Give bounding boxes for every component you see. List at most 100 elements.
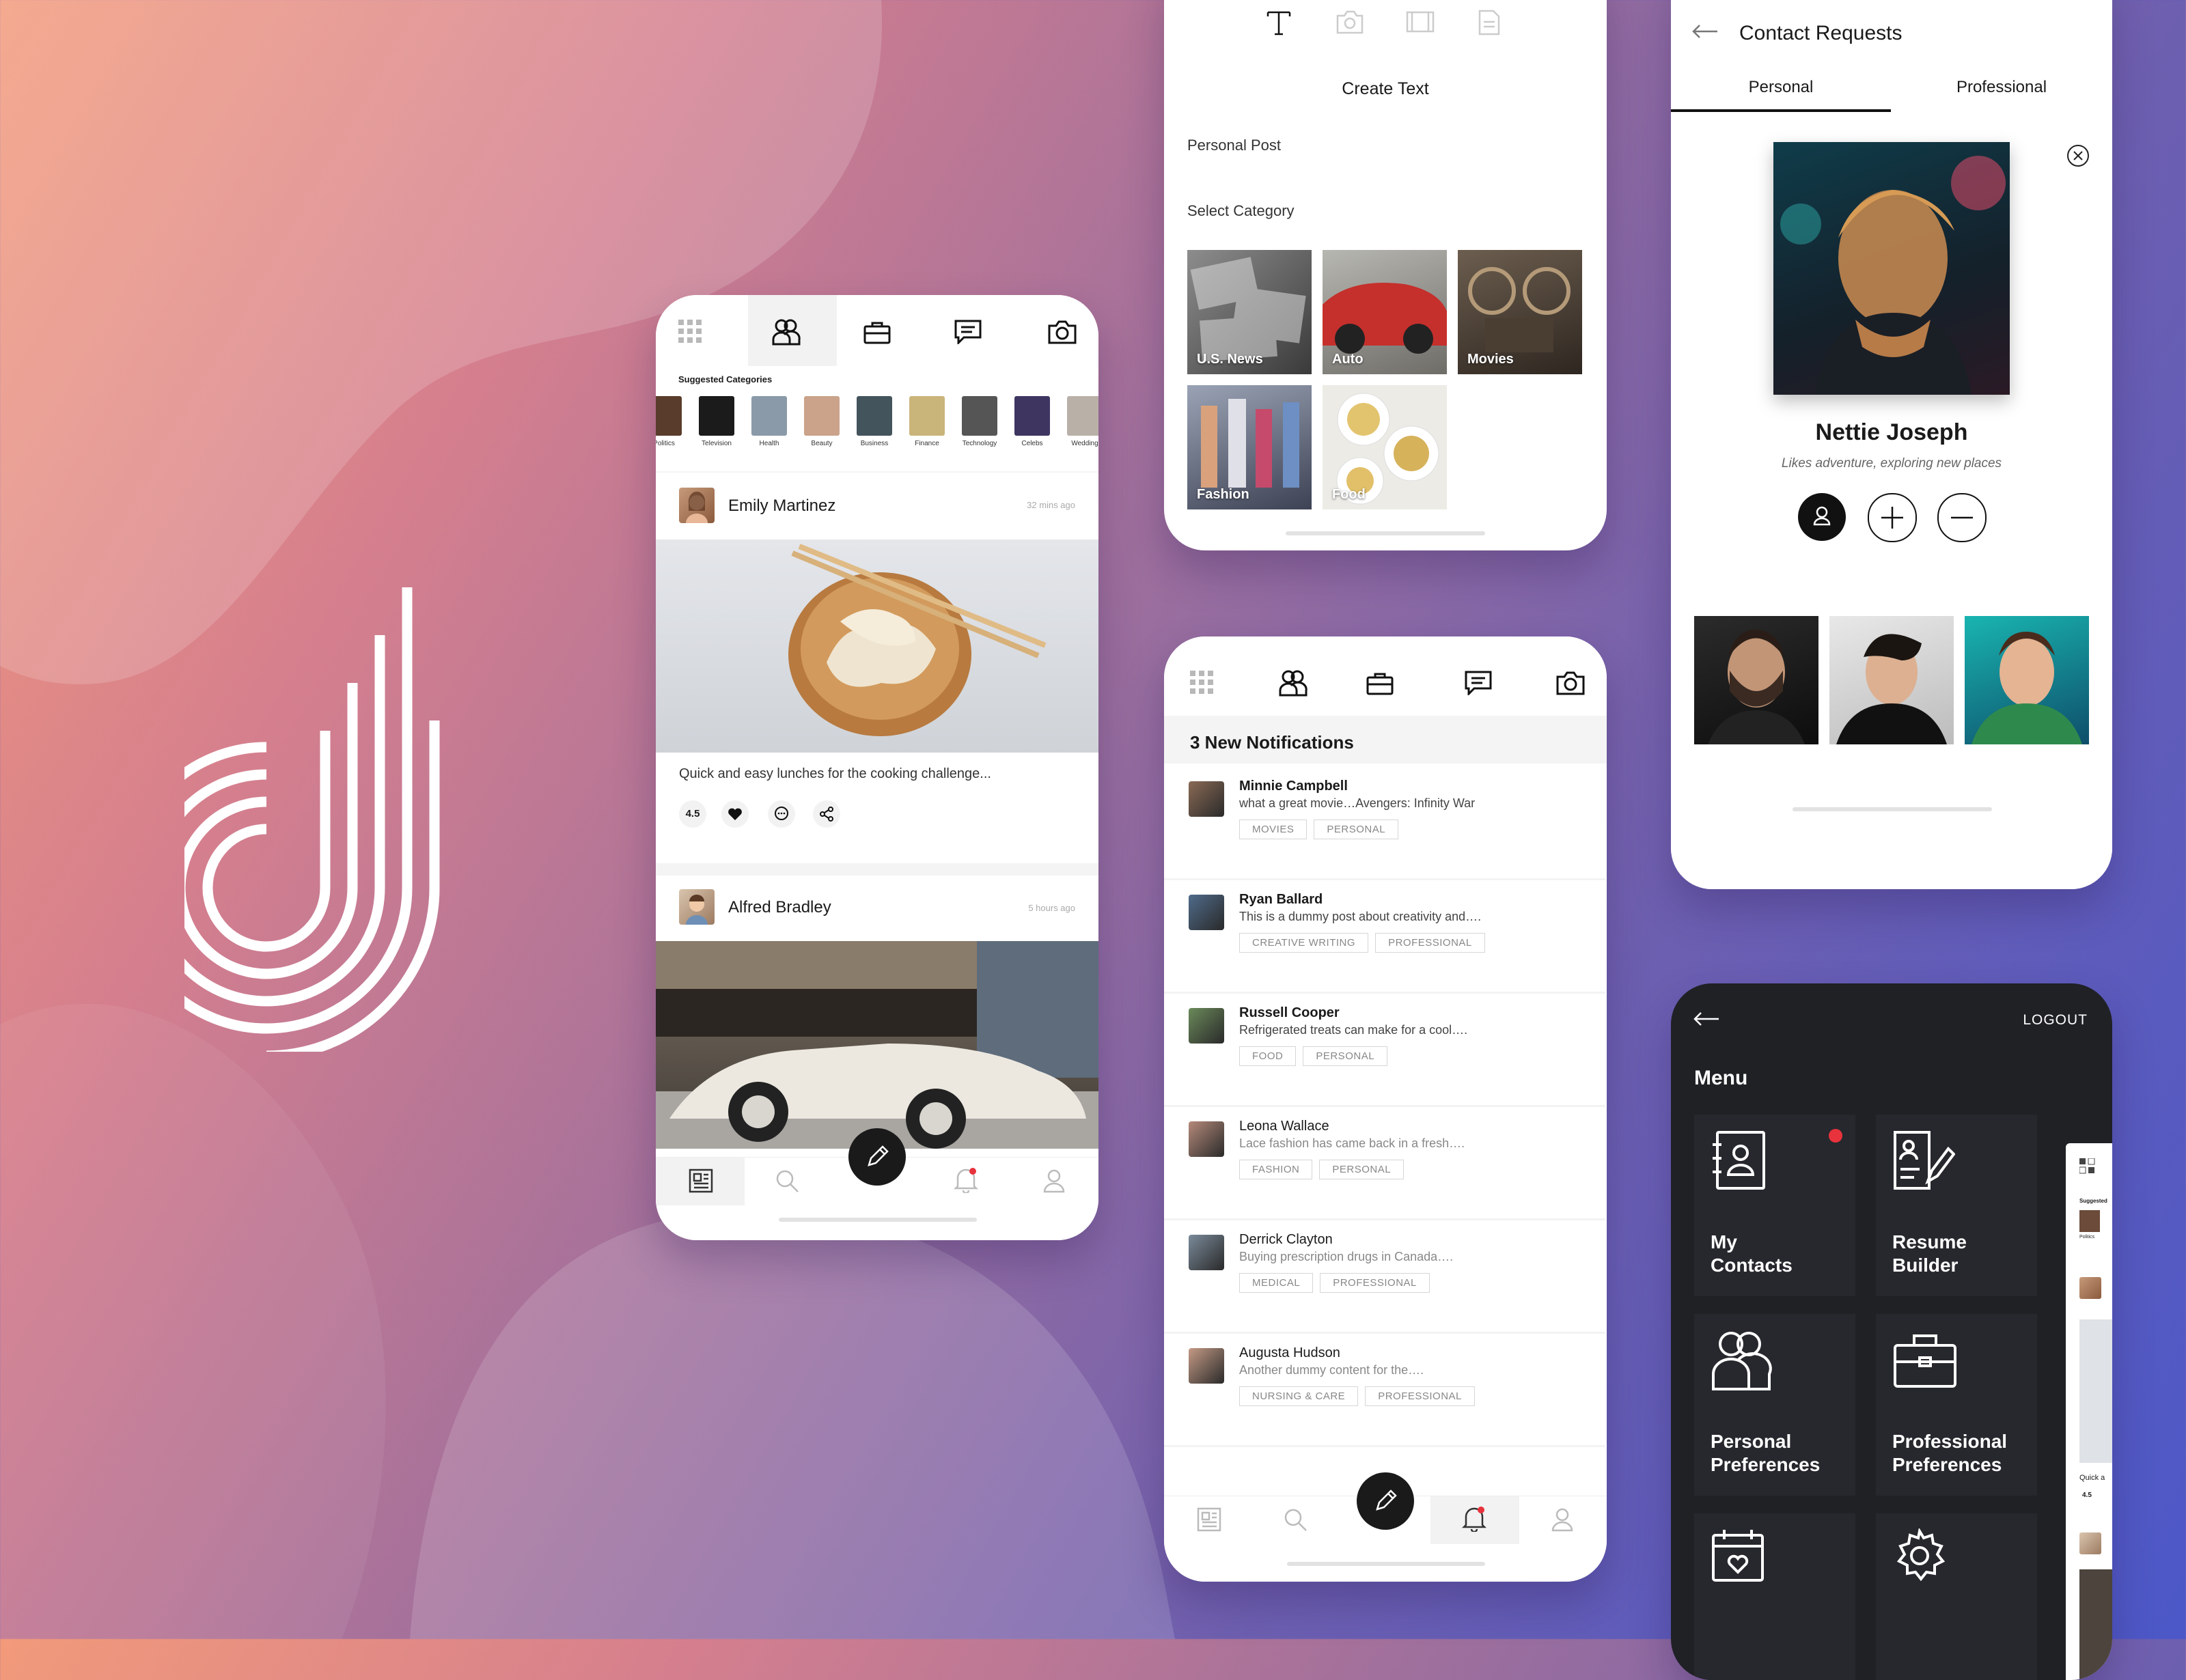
category-chip[interactable]: Beauty	[801, 396, 842, 447]
users-icon[interactable]	[772, 318, 801, 346]
avatar[interactable]	[679, 889, 715, 925]
feed-preview-peek[interactable]: Suggested Politics Quick a 4.5	[2066, 1143, 2112, 1680]
menu-tile-calendar[interactable]	[1694, 1513, 1855, 1680]
post-image[interactable]	[656, 941, 1098, 1149]
chat-icon[interactable]	[1465, 671, 1492, 695]
grid-icon[interactable]	[1190, 671, 1215, 695]
menu-tile-my-contacts[interactable]: My Contacts	[1694, 1115, 1855, 1296]
avatar[interactable]	[1189, 1121, 1224, 1157]
category-chip[interactable]: Technology	[959, 396, 1000, 447]
avatar[interactable]	[1189, 895, 1224, 930]
notification-tag[interactable]: PROFESSIONAL	[1375, 933, 1485, 953]
post-image[interactable]	[656, 540, 1098, 753]
avatar[interactable]	[1189, 781, 1224, 817]
notification-tag[interactable]: MOVIES	[1239, 820, 1308, 839]
category-chip[interactable]: Wedding	[1064, 396, 1098, 447]
category-movies[interactable]: Movies	[1458, 250, 1582, 374]
category-chip[interactable]: Finance	[907, 396, 947, 447]
briefcase-icon[interactable]	[863, 321, 891, 344]
view-profile-button[interactable]	[1798, 493, 1846, 541]
notification-name: Leona Wallace	[1239, 1119, 1329, 1134]
post-author[interactable]: Alfred Bradley	[728, 898, 831, 917]
avatar[interactable]	[679, 488, 715, 523]
compose-button[interactable]	[1357, 1472, 1414, 1530]
notification-tag[interactable]: CREATIVE WRITING	[1239, 933, 1369, 953]
profile-icon[interactable]	[1042, 1168, 1066, 1193]
notification-tag[interactable]: MEDICAL	[1239, 1273, 1314, 1293]
category-auto[interactable]: Auto	[1323, 250, 1447, 374]
comment-button[interactable]	[768, 800, 795, 828]
chat-icon[interactable]	[954, 320, 982, 344]
avatar[interactable]	[1189, 1008, 1224, 1044]
post-time: 32 mins ago	[1027, 500, 1075, 510]
tab-professional[interactable]: Professional	[1891, 68, 2112, 109]
news-icon[interactable]	[689, 1168, 713, 1193]
video-icon[interactable]	[1406, 10, 1435, 34]
notification-tag[interactable]: PROFESSIONAL	[1365, 1386, 1475, 1406]
search-icon[interactable]	[1283, 1507, 1308, 1532]
category-fashion[interactable]: Fashion	[1187, 385, 1312, 509]
contact-thumbnail[interactable]	[1829, 616, 1954, 744]
top-nav	[656, 295, 1098, 366]
share-button[interactable]	[813, 800, 840, 828]
category-chip[interactable]: Business	[854, 396, 895, 447]
category-label: Technology	[962, 440, 997, 447]
compose-button[interactable]	[848, 1128, 906, 1186]
profile-icon[interactable]	[1551, 1507, 1574, 1532]
tab-personal[interactable]: Personal	[1671, 68, 1891, 109]
category-food[interactable]: Food	[1323, 385, 1447, 509]
back-arrow-icon[interactable]	[1693, 1011, 1720, 1027]
comment-icon	[775, 807, 788, 820]
profile-photo[interactable]	[1773, 142, 2010, 395]
briefcase-icon[interactable]	[1366, 672, 1394, 695]
notification-item[interactable]: Leona Wallace Lace fashion has came back …	[1164, 1105, 1605, 1220]
users-icon[interactable]	[1279, 669, 1308, 697]
notification-item[interactable]: Augusta Hudson Another dummy content for …	[1164, 1332, 1605, 1447]
notification-tag[interactable]: PERSONAL	[1319, 1160, 1405, 1179]
camera-icon[interactable]	[1048, 320, 1077, 344]
notification-item[interactable]: Minnie Campbell what a great movie…Avenge…	[1164, 765, 1605, 880]
notification-item[interactable]: Ryan Ballard This is a dummy post about c…	[1164, 878, 1605, 994]
notification-item[interactable]: Russell Cooper Refrigerated treats can ma…	[1164, 992, 1605, 1107]
logout-button[interactable]: LOGOUT	[2023, 1012, 2088, 1028]
bell-icon[interactable]	[954, 1167, 978, 1193]
menu-tile-label: Professional Preferences	[1892, 1431, 2008, 1475]
notification-tag[interactable]: PERSONAL	[1303, 1046, 1388, 1066]
category-chip[interactable]: Politics	[656, 396, 684, 447]
category-chip[interactable]: Health	[749, 396, 790, 447]
notification-item[interactable]: Derrick Clayton Buying prescription drugs…	[1164, 1218, 1605, 1334]
avatar[interactable]	[1189, 1348, 1224, 1384]
notification-tag[interactable]: FOOD	[1239, 1046, 1297, 1066]
back-arrow-icon[interactable]	[1691, 23, 1719, 40]
text-type-icon[interactable]	[1265, 8, 1292, 36]
news-icon[interactable]	[1197, 1507, 1221, 1532]
notification-tag[interactable]: PROFESSIONAL	[1320, 1273, 1430, 1293]
like-button[interactable]	[721, 800, 749, 828]
notification-tag[interactable]: PERSONAL	[1314, 820, 1399, 839]
close-icon[interactable]	[2066, 143, 2090, 168]
category-chip[interactable]: Celebs	[1012, 396, 1053, 447]
decline-button[interactable]	[1937, 493, 1987, 542]
menu-tile-professional-preferences[interactable]: Professional Preferences	[1876, 1314, 2037, 1496]
menu-tile-resume-builder[interactable]: Resume Builder	[1876, 1115, 2037, 1296]
bell-icon[interactable]	[1462, 1506, 1486, 1532]
grid-icon[interactable]	[678, 320, 703, 344]
contact-thumbnail[interactable]	[1965, 616, 2089, 744]
category-us-news[interactable]: U.S. News	[1187, 250, 1312, 374]
category-strip[interactable]: Politics Television Health Beauty Business Fi…	[656, 396, 1098, 451]
search-icon[interactable]	[775, 1168, 799, 1193]
category-chip[interactable]: Television	[696, 396, 737, 447]
category-label: Finance	[915, 440, 939, 447]
contact-thumbnail[interactable]	[1694, 616, 1818, 744]
notification-tag[interactable]: FASHION	[1239, 1160, 1313, 1179]
accept-button[interactable]	[1868, 493, 1917, 542]
camera-icon[interactable]	[1336, 10, 1364, 34]
menu-tile-settings[interactable]	[1876, 1513, 2037, 1680]
post-type-label[interactable]: Personal Post	[1187, 137, 1281, 154]
menu-tile-personal-preferences[interactable]: Personal Preferences	[1694, 1314, 1855, 1496]
post-author[interactable]: Emily Martinez	[728, 496, 835, 516]
notification-tag[interactable]: NURSING & CARE	[1239, 1386, 1359, 1406]
camera-icon[interactable]	[1556, 671, 1585, 695]
avatar[interactable]	[1189, 1235, 1224, 1270]
document-icon[interactable]	[1478, 10, 1500, 36]
